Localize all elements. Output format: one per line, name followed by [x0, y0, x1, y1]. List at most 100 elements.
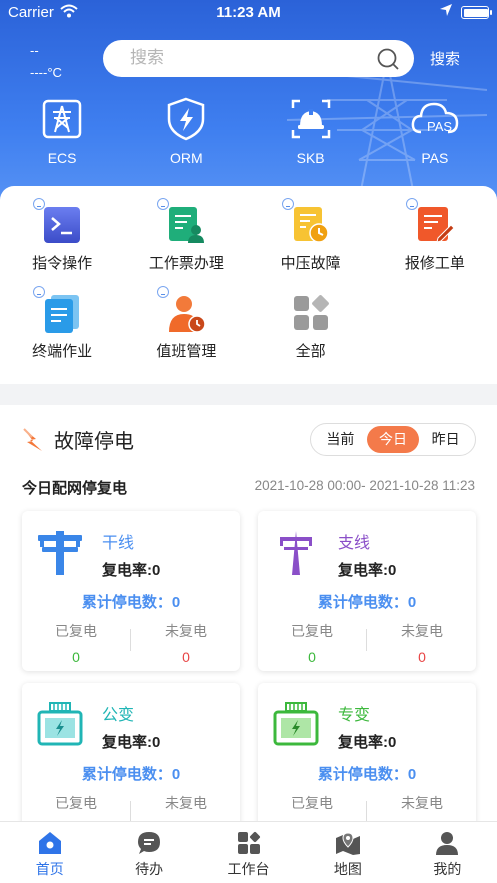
period-segmented-control: 当前 今日 昨日: [310, 423, 476, 456]
restore-rate: 复电率:0: [102, 734, 161, 751]
total-outages: 累计停电数：0: [317, 766, 417, 783]
total-outages: 累计停电数：0: [317, 594, 417, 611]
function-menu: 指令操作 工作票办理 中压故障 报修工单 终端作业 值班管理 全部: [0, 186, 497, 384]
unrestored-label: 未复电: [165, 795, 207, 811]
lightning-icon: [23, 427, 42, 451]
helmet-icon: [291, 99, 330, 139]
menu-item-label: 终端作业: [32, 343, 93, 360]
card-name: 干线: [102, 535, 135, 552]
weather-widget: -- ----°C: [30, 40, 62, 84]
app-ecs-label: ECS: [47, 150, 77, 166]
tab-todo[interactable]: 待办: [99, 822, 198, 883]
tab-label: 地图: [333, 861, 362, 877]
tab-label: 首页: [35, 861, 64, 877]
menu-item-terminal-work[interactable]: 终端作业: [0, 286, 124, 380]
search-input[interactable]: [130, 48, 360, 68]
divider: [130, 629, 131, 651]
time-range: 2021-10-28 00:00- 2021-10-28 11:23: [254, 478, 475, 493]
workbench-icon: [237, 831, 260, 854]
divider: [130, 801, 131, 823]
total-outages: 累计停电数：0: [81, 766, 181, 783]
menu-item-work-ticket[interactable]: 工作票办理: [124, 198, 248, 292]
restored-count: 0: [72, 649, 80, 665]
branch-pole-icon: [280, 531, 312, 575]
restored-count: 0: [308, 649, 316, 665]
map-icon: [335, 832, 360, 855]
card-name: 专变: [338, 707, 371, 724]
utility-pole-icon: [38, 531, 82, 575]
divider: [366, 801, 367, 823]
chat-icon: [138, 832, 161, 854]
transformer-icon: [37, 702, 83, 746]
stat-card-trunk-line[interactable]: 干线 复电率:0 累计停电数：0 已复电 0 未复电 0: [22, 511, 240, 671]
tab-today[interactable]: 今日: [366, 426, 420, 453]
card-name: 支线: [338, 535, 371, 552]
tab-map[interactable]: 地图: [298, 822, 397, 883]
header: Carrier 11:23 AM -- ----°C 搜索 ECS: [0, 0, 497, 215]
unrestored-label: 未复电: [401, 795, 443, 811]
tab-workbench[interactable]: 工作台: [199, 822, 298, 883]
stat-card-dedicated-transformer[interactable]: 专变 复电率:0 累计停电数：0 已复电 0 未复电 0: [258, 683, 476, 843]
pas-icon-text: PAS: [427, 119, 452, 134]
menu-item-duty-management[interactable]: 值班管理: [124, 286, 248, 380]
search-icon[interactable]: [376, 47, 400, 71]
home-icon: [38, 832, 61, 854]
divider: [366, 629, 367, 651]
transformer-icon: [273, 702, 319, 746]
restored-column: 已复电 0: [22, 621, 130, 665]
grid-all-icon: [293, 295, 329, 330]
tower-icon: [42, 99, 82, 139]
cloud-pas-icon: PAS: [411, 102, 459, 134]
search-button[interactable]: 搜索: [430, 48, 460, 69]
menu-item-all[interactable]: 全部: [249, 292, 373, 380]
unrestored-column: 未复电 0: [132, 621, 240, 665]
location-arrow-icon: [440, 4, 452, 16]
tab-yesterday[interactable]: 昨日: [419, 426, 472, 453]
menu-item-label: 中压故障: [280, 255, 341, 272]
menu-item-mv-fault[interactable]: 中压故障: [249, 198, 373, 292]
weather-condition: --: [30, 43, 39, 58]
profile-icon: [436, 832, 459, 855]
tab-home[interactable]: 首页: [0, 822, 99, 883]
tab-profile[interactable]: 我的: [398, 822, 497, 883]
search-box[interactable]: [103, 40, 414, 77]
app-skb[interactable]: SKB: [249, 96, 373, 166]
stat-card-public-transformer[interactable]: 公变 复电率:0 累计停电数：0 已复电 0 未复电 0: [22, 683, 240, 843]
battery-icon: [461, 6, 492, 19]
top-app-row: ECS ORM SKB PAS PAS: [0, 96, 497, 166]
app-pas[interactable]: PAS PAS: [373, 96, 497, 166]
download-badge-icon: [405, 198, 418, 210]
restored-label: 已复电: [291, 795, 333, 811]
restore-rate: 复电率:0: [102, 562, 161, 579]
status-bar: Carrier 11:23 AM: [0, 0, 497, 26]
app-ecs[interactable]: ECS: [0, 96, 124, 166]
restored-label: 已复电: [291, 623, 333, 639]
menu-item-command[interactable]: 指令操作: [0, 198, 124, 292]
stat-card-branch-line[interactable]: 支线 复电率:0 累计停电数：0 已复电 0 未复电 0: [258, 511, 476, 671]
tab-label: 待办: [135, 861, 164, 877]
menu-item-label: 工作票办理: [148, 255, 224, 272]
tab-label: 工作台: [227, 861, 270, 877]
tab-current[interactable]: 当前: [314, 426, 367, 453]
total-outages: 累计停电数：0: [81, 594, 181, 611]
menu-item-label: 全部: [295, 343, 326, 360]
weather-temperature: ----°C: [30, 65, 62, 80]
ticket-person-icon: [169, 207, 205, 243]
menu-item-repair-order[interactable]: 报修工单: [373, 198, 497, 292]
restored-column: 已复电 0: [258, 621, 366, 665]
download-badge-icon: [281, 198, 294, 210]
files-icon: [45, 295, 80, 333]
card-name: 公变: [102, 707, 135, 724]
subtitle: 今日配网停复电: [22, 480, 128, 497]
section-header: 故障停电: [22, 425, 134, 454]
menu-item-label: 值班管理: [156, 343, 217, 360]
app-orm[interactable]: ORM: [124, 96, 248, 166]
terminal-icon: [44, 207, 81, 243]
shield-bolt-icon: [168, 97, 205, 141]
person-clock-icon: [169, 296, 207, 333]
app-skb-label: SKB: [296, 150, 325, 166]
clock: 11:23 AM: [216, 4, 281, 21]
unrestored-label: 未复电: [401, 623, 443, 639]
menu-item-label: 报修工单: [404, 255, 465, 272]
restore-rate: 复电率:0: [338, 562, 397, 579]
